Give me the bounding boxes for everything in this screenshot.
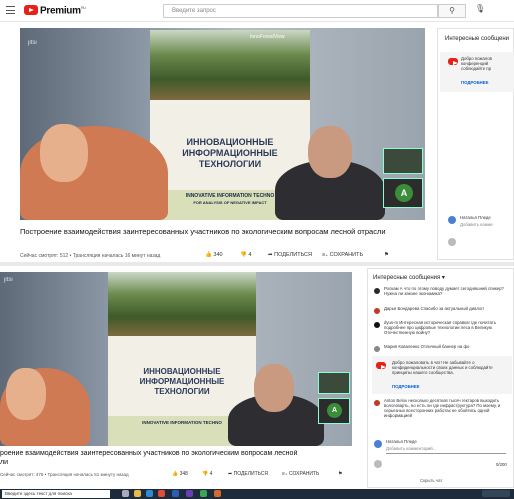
dislike-button-bottom[interactable]: 👎 4 bbox=[202, 471, 212, 477]
more-link-top[interactable]: ПОДРОБНЕЕ bbox=[461, 80, 489, 85]
chat-message: dyus-m Интересная историческая справка! … bbox=[384, 320, 497, 336]
like-button-top[interactable]: 👍 340 bbox=[205, 252, 223, 258]
poster-title-3: ТЕХНОЛОГИИ bbox=[198, 159, 262, 169]
save-button-top[interactable]: ≡₊ СОХРАНИТЬ bbox=[322, 252, 363, 258]
view-meta-top: Сейчас смотрят: 512 • Трансляция началас… bbox=[20, 253, 161, 259]
dislike-button-top[interactable]: 👎 4 bbox=[240, 252, 251, 258]
screenshot-divider bbox=[0, 262, 514, 266]
speaker-left-face bbox=[6, 368, 46, 420]
more-link-bottom[interactable]: ПОДРОБНЕЕ bbox=[392, 384, 420, 389]
chat-header-top[interactable]: Интересные сообщени bbox=[445, 36, 509, 42]
chat-input-top[interactable]: Добавить комме bbox=[460, 222, 493, 227]
speaker-left-face bbox=[40, 124, 88, 182]
brand-label[interactable]: PremiumRU bbox=[40, 5, 86, 16]
poster-brand: InnoForestView bbox=[250, 34, 285, 40]
speaker-right-face bbox=[254, 364, 294, 412]
chat-message: Мария Коваленко Отличный баннер на фо bbox=[384, 344, 470, 349]
word-icon[interactable] bbox=[172, 490, 179, 497]
emoji-icon[interactable] bbox=[374, 460, 382, 468]
chat-input-bottom[interactable]: Добавить комментарий... bbox=[386, 446, 436, 451]
like-button-bottom[interactable]: 👍 348 bbox=[172, 471, 188, 477]
search-icon[interactable]: ⚲ bbox=[438, 4, 466, 18]
poster-title-2: ИНФОРМАЦИОННЫЕ bbox=[139, 377, 225, 386]
task-view-icon[interactable] bbox=[122, 490, 129, 497]
chat-message: Дарья Бондарева Спасибо за актуальный ди… bbox=[384, 306, 485, 311]
user-avatar bbox=[374, 346, 380, 352]
speaker-right-face bbox=[308, 126, 352, 178]
participant-thumbnail[interactable] bbox=[318, 372, 350, 394]
edge-icon[interactable] bbox=[146, 490, 153, 497]
chrome-icon[interactable] bbox=[158, 490, 165, 497]
jitsi-watermark: jitsi bbox=[28, 40, 37, 46]
participant-thumbnail[interactable] bbox=[383, 148, 423, 174]
menu-icon[interactable] bbox=[6, 6, 15, 14]
user-avatar bbox=[374, 288, 380, 294]
user-avatar bbox=[448, 216, 456, 224]
user-avatar bbox=[374, 400, 380, 406]
poster-title-3: ТЕХНОЛОГИИ bbox=[154, 387, 210, 396]
participant-avatar: A bbox=[327, 403, 342, 418]
video-title-bottom-1: роение взаимодействия заинтересованных у… bbox=[0, 450, 298, 457]
app-icon[interactable] bbox=[214, 490, 221, 497]
poster-title-1: ИННОВАЦИОННЫЕ bbox=[143, 367, 221, 376]
poster-title-1: ИННОВАЦИОННЫЕ bbox=[186, 137, 274, 147]
user-avatar bbox=[374, 322, 380, 328]
pinned-youtube-icon bbox=[376, 362, 386, 369]
jitsi-watermark: jitsi bbox=[4, 277, 13, 283]
emoji-icon[interactable] bbox=[448, 238, 456, 246]
poster-forest-image bbox=[150, 30, 310, 100]
participant-avatar: A bbox=[395, 184, 413, 202]
view-meta-bottom: Сейчас смотрят: 475 • Трансляция началас… bbox=[0, 472, 129, 477]
taskbar-search-input[interactable]: Введите здесь текст для поиска bbox=[2, 490, 110, 498]
poster-title-2: ИНФОРМАЦИОННЫЕ bbox=[182, 148, 278, 158]
pinned-youtube-icon bbox=[448, 58, 458, 65]
save-button-bottom[interactable]: ≡₊ СОХРАНИТЬ bbox=[282, 471, 319, 477]
video-player-top[interactable]: jitsi InnoForestView ИННОВАЦИОННЫЕ ИНФОР… bbox=[20, 28, 425, 220]
search-input[interactable]: Введите запрос bbox=[163, 4, 438, 18]
user-avatar bbox=[374, 308, 380, 314]
poster-forest-image bbox=[108, 272, 256, 336]
chat-user-top: Наталья Пледе bbox=[460, 215, 491, 220]
system-tray-icon[interactable] bbox=[482, 490, 510, 497]
share-button-top[interactable]: ➦ ПОДЕЛИТЬСЯ bbox=[268, 252, 312, 258]
file-explorer-icon[interactable] bbox=[134, 490, 141, 497]
char-counter: 0/200 bbox=[496, 462, 507, 467]
hide-chat-button[interactable]: Скрыть чат bbox=[420, 478, 442, 483]
flag-icon[interactable]: ⚑ bbox=[338, 471, 342, 477]
app-icon[interactable] bbox=[200, 490, 207, 497]
chat-message: Anton Belov несколько десятков тысяч гек… bbox=[384, 398, 501, 419]
flag-icon[interactable]: ⚑ bbox=[384, 252, 389, 258]
app-icon[interactable] bbox=[186, 490, 193, 497]
chat-message: Роскам А что по этому поводу думает сего… bbox=[384, 286, 504, 297]
pinned-text-top: Добро пожалов конференций соблюдайте пр bbox=[461, 56, 492, 72]
microphone-icon[interactable]: 🎙 bbox=[475, 4, 485, 13]
share-button-bottom[interactable]: ➦ ПОДЕЛИТЬСЯ bbox=[228, 471, 268, 477]
pinned-text-bottom: Добро пожаловать в чат! Не забывайте о к… bbox=[392, 360, 493, 376]
video-player-bottom[interactable]: jitsi ИННОВАЦИОННЫЕ ИНФОРМАЦИОННЫЕ ТЕХНО… bbox=[0, 272, 352, 446]
chat-input-underline bbox=[386, 453, 506, 454]
youtube-logo-icon[interactable] bbox=[24, 5, 38, 15]
video-title-bottom-2: ли bbox=[0, 459, 8, 466]
chat-header-bottom[interactable]: Интересные сообщения ▾ bbox=[373, 274, 445, 281]
user-avatar bbox=[374, 440, 382, 448]
video-title-top: Построение взаимодействия заинтересованн… bbox=[20, 227, 386, 236]
chat-user-bottom: Наталья Пледе bbox=[386, 439, 417, 444]
